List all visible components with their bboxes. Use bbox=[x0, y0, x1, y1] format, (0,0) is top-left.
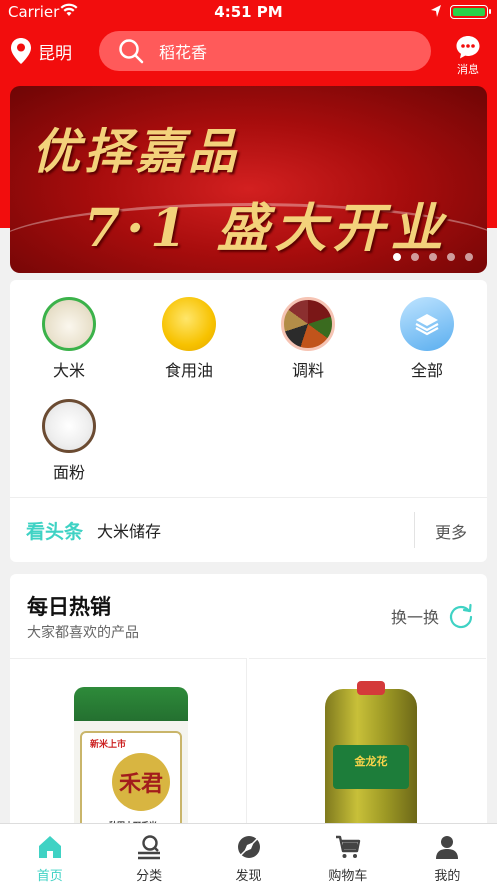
city-label: 昆明 bbox=[38, 43, 72, 64]
location-arrow-icon bbox=[431, 5, 441, 17]
headline-bar[interactable]: 看头条 大米储存 更多 bbox=[10, 497, 487, 562]
banner-dot[interactable] bbox=[411, 253, 419, 261]
bottom-tab-bar: 首页 分类 发现 购物车 我的 bbox=[0, 823, 497, 883]
banner-dot[interactable] bbox=[393, 253, 401, 261]
headline-text[interactable]: 大米储存 bbox=[97, 518, 161, 542]
battery-icon bbox=[450, 5, 491, 19]
top-header: 昆明 稻花香 消息 bbox=[0, 30, 497, 77]
more-link[interactable]: 更多 bbox=[435, 519, 467, 543]
chat-bubble-icon bbox=[456, 36, 480, 59]
message-label: 消息 bbox=[457, 63, 479, 76]
headline-tag: 看头条 bbox=[26, 520, 84, 543]
category-label: 调料 bbox=[291, 361, 324, 380]
rice-icon bbox=[42, 297, 96, 351]
message-button[interactable]: 消息 bbox=[448, 34, 488, 77]
category-label: 面粉 bbox=[52, 463, 85, 482]
tab-label: 首页 bbox=[36, 869, 63, 883]
flour-icon bbox=[42, 399, 96, 453]
category-item-all[interactable]: 全部 bbox=[382, 297, 472, 381]
tab-label: 我的 bbox=[434, 869, 461, 883]
banner-dot[interactable] bbox=[447, 253, 455, 261]
product-brand: 金龙花 bbox=[333, 745, 409, 789]
tab-discover[interactable]: 发现 bbox=[199, 824, 298, 883]
rice-bag-image: 新米上市 禾君 秋田小町香米 bbox=[74, 687, 188, 834]
search-input[interactable]: 稻花香 bbox=[99, 31, 431, 71]
status-bar: Carrier 4:51 PM bbox=[0, 0, 497, 24]
category-label: 食用油 bbox=[164, 361, 213, 380]
search-icon bbox=[119, 39, 144, 64]
tab-label: 分类 bbox=[136, 869, 163, 883]
cart-icon bbox=[335, 835, 361, 858]
headline-divider bbox=[414, 512, 415, 548]
category-item-flour[interactable]: 面粉 bbox=[24, 399, 114, 483]
tab-label: 发现 bbox=[235, 869, 262, 883]
banner-subheadline: 7·1 盛大开业 bbox=[84, 198, 449, 259]
banner-pagination bbox=[393, 253, 473, 261]
tab-profile[interactable]: 我的 bbox=[398, 824, 497, 883]
refresh-button[interactable]: 换一换 bbox=[391, 602, 475, 630]
refresh-icon bbox=[449, 603, 473, 629]
tab-category[interactable]: 分类 bbox=[99, 824, 198, 883]
category-label: 全部 bbox=[410, 361, 443, 380]
home-icon bbox=[38, 836, 61, 858]
city-selector[interactable]: 昆明 bbox=[10, 37, 72, 65]
discover-icon bbox=[237, 836, 260, 858]
oil-bottle-image: 金龙花 bbox=[325, 681, 417, 834]
product-tagline: 新米上市 bbox=[90, 740, 127, 750]
location-pin-icon bbox=[11, 38, 31, 64]
daily-hot-section: 每日热销 大家都喜欢的产品 换一换 新米上市 禾君 秋田小町香米 金龙花 bbox=[10, 574, 487, 834]
user-icon bbox=[436, 836, 459, 859]
banner-headline: 优择嘉品 bbox=[32, 124, 241, 180]
section-title: 每日热销 bbox=[27, 595, 111, 619]
banner-dot[interactable] bbox=[465, 253, 473, 261]
category-item-spice[interactable]: 调料 bbox=[263, 297, 353, 381]
category-item-oil[interactable]: 食用油 bbox=[144, 297, 234, 381]
layers-icon bbox=[400, 297, 454, 351]
search-value: 稻花香 bbox=[159, 43, 208, 62]
category-card: 大米 食用油 调料 全部 面粉 看头条 大米储存 更多 bbox=[10, 280, 487, 562]
section-subtitle: 大家都喜欢的产品 bbox=[27, 625, 139, 641]
tab-cart[interactable]: 购物车 bbox=[298, 824, 397, 883]
promo-banner[interactable]: 优择嘉品 7·1 盛大开业 bbox=[10, 86, 487, 273]
status-time: 4:51 PM bbox=[214, 3, 283, 21]
tab-label: 购物车 bbox=[328, 869, 368, 883]
category-icon bbox=[138, 835, 161, 860]
product-card[interactable]: 金龙花 bbox=[249, 658, 486, 834]
banner-dot[interactable] bbox=[429, 253, 437, 261]
spice-icon bbox=[281, 297, 335, 351]
category-label: 大米 bbox=[52, 361, 85, 380]
product-brand: 禾君 bbox=[112, 753, 170, 811]
tab-home[interactable]: 首页 bbox=[0, 824, 99, 883]
oil-icon bbox=[162, 297, 216, 351]
refresh-label: 换一换 bbox=[390, 608, 439, 627]
category-item-rice[interactable]: 大米 bbox=[24, 297, 114, 381]
product-card[interactable]: 新米上市 禾君 秋田小町香米 bbox=[10, 658, 247, 834]
